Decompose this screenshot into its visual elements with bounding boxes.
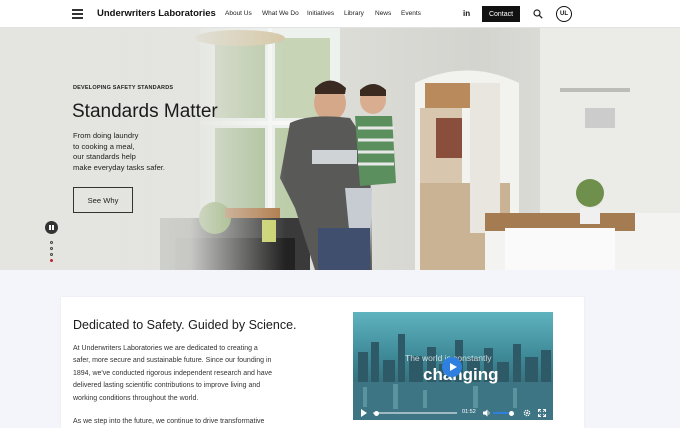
volume-handle[interactable] — [508, 410, 514, 416]
hero-description: From doing laundry to cooking a meal, ou… — [73, 131, 193, 173]
video-time: 01:52 — [462, 409, 476, 415]
linkedin-icon[interactable]: in — [463, 9, 470, 18]
slide-dot-active[interactable] — [50, 259, 53, 262]
slide-indicators — [50, 241, 54, 265]
volume-icon[interactable] — [483, 409, 490, 417]
hero-title: Standards Matter — [72, 101, 218, 122]
hero-banner: DEVELOPING SAFETY STANDARDS Standards Ma… — [0, 28, 680, 270]
intro-body-continued: As we step into the future, we continue … — [73, 418, 265, 425]
hero-text-line: to cooking a meal, — [73, 141, 135, 151]
intro-body: At Underwriters Laboratories we are dedi… — [73, 343, 323, 405]
intro-card: Dedicated to Safety. Guided by Science. … — [61, 297, 584, 428]
video-progress-bar[interactable] — [373, 412, 457, 414]
control-play-icon[interactable] — [361, 409, 367, 417]
hero-text-line: From doing laundry — [73, 131, 139, 140]
slide-dot[interactable] — [50, 253, 53, 256]
intro-line: At Underwriters Laboratories we are dedi… — [73, 345, 258, 352]
contact-button[interactable]: Contact — [482, 6, 520, 22]
intro-line: working conditions throughout the world. — [73, 394, 199, 402]
hero-eyebrow: DEVELOPING SAFETY STANDARDS — [73, 85, 174, 91]
see-why-button[interactable]: See Why — [73, 187, 133, 213]
fullscreen-icon[interactable] — [538, 409, 546, 417]
play-icon[interactable] — [442, 357, 462, 377]
video-controls: 01:52 — [353, 406, 553, 420]
nav-library[interactable]: Library — [344, 10, 364, 17]
nav-events[interactable]: Events — [401, 10, 421, 17]
hero-text-line: our standards help — [73, 152, 136, 161]
slide-dot[interactable] — [50, 247, 53, 250]
video-player[interactable]: The world is constantly changing 01:52 — [353, 312, 553, 420]
search-icon[interactable] — [533, 9, 543, 19]
site-header: Underwriters Laboratories About Us What … — [0, 0, 680, 28]
ul-logo[interactable]: UL — [556, 6, 572, 22]
nav-about-us[interactable]: About Us — [225, 10, 252, 17]
nav-initiatives[interactable]: Initiatives — [307, 10, 334, 17]
pause-icon[interactable] — [45, 221, 58, 234]
hero-text-line: make everyday tasks safer. — [73, 162, 166, 172]
intro-line: safer, more secure and sustainable futur… — [73, 357, 272, 365]
main-nav: About Us What We Do Initiatives Library … — [0, 10, 680, 22]
intro-title: Dedicated to Safety. Guided by Science. — [73, 318, 297, 332]
nav-news[interactable]: News — [375, 10, 391, 17]
intro-line: delivered lasting scientific contributio… — [73, 382, 261, 390]
video-progress-handle[interactable] — [373, 410, 379, 416]
nav-what-we-do[interactable]: What We Do — [262, 10, 299, 17]
intro-line: 1894, we've conducted rigorous independe… — [73, 369, 273, 377]
volume-slider[interactable] — [493, 412, 511, 414]
settings-gear-icon[interactable] — [523, 409, 531, 417]
slide-dot[interactable] — [50, 241, 53, 244]
